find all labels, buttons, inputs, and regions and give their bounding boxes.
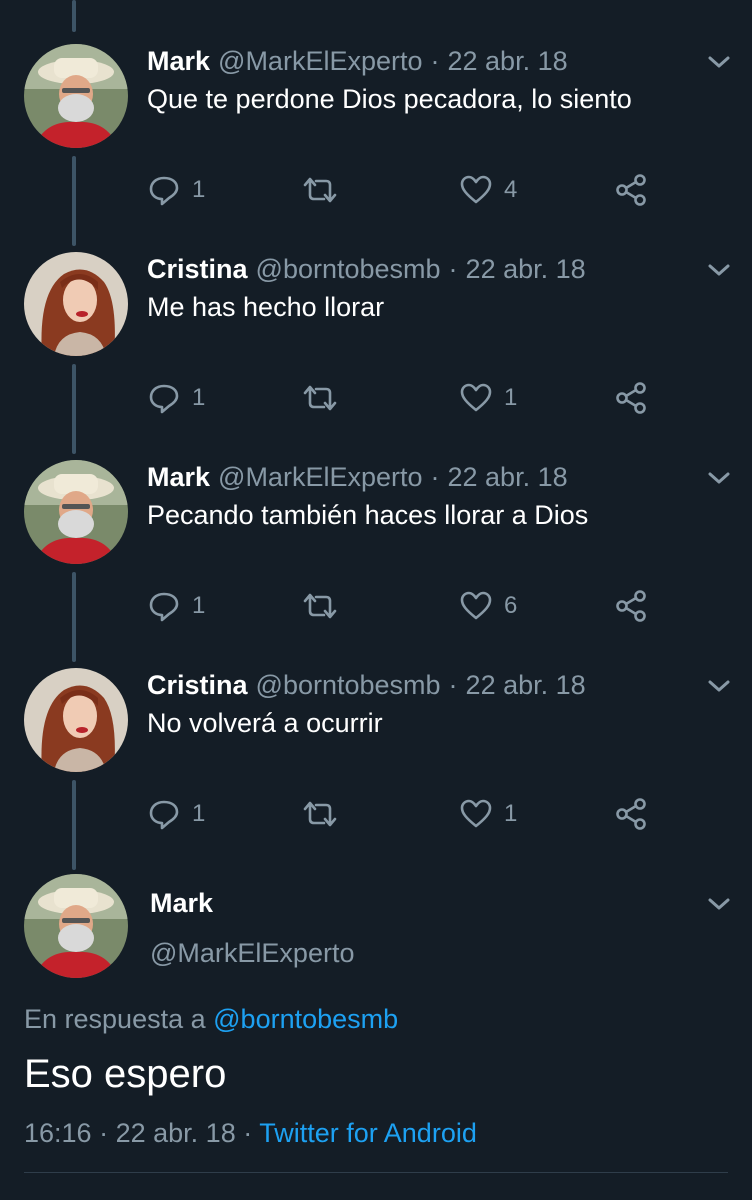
like-button[interactable]: 1 [460,378,517,418]
like-button[interactable]: 4 [460,170,517,210]
reply-count: 1 [192,592,206,619]
share-button[interactable] [614,794,648,834]
tweet-date[interactable]: 22 abr. 18 [116,1118,236,1148]
tweet-header: Cristina @borntobesmb · 22 abr. 18 [147,668,586,702]
reply-count: 1 [192,384,206,411]
share-icon [614,173,648,207]
tweet-date[interactable]: 22 abr. 18 [448,46,568,77]
author-name[interactable]: Mark [147,46,210,77]
tweet-header: Cristina @borntobesmb · 22 abr. 18 [147,252,586,286]
tweet-actions: 1 1 [0,794,752,834]
retweet-icon [302,799,338,829]
share-icon [614,589,648,623]
like-count: 4 [504,176,518,203]
retweet-button[interactable] [302,586,338,626]
like-button[interactable]: 6 [460,586,517,626]
chevron-down-icon[interactable] [706,260,732,280]
chevron-down-icon[interactable] [706,52,732,72]
tweet-time[interactable]: 16:16 [24,1118,92,1148]
retweet-button[interactable] [302,794,338,834]
heart-icon [460,175,492,205]
reply-button[interactable]: 1 [148,794,205,834]
reply-button[interactable]: 1 [148,378,205,418]
tweet-date[interactable]: 22 abr. 18 [448,462,568,493]
tweet-thread: Mark @MarkElExperto · 22 abr. 18 Que te … [0,0,752,1200]
tweet-text: Pecando también haces llorar a Dios [147,500,589,530]
chevron-down-icon[interactable] [706,894,732,914]
separator: · [430,461,440,492]
tweet-header: Mark @MarkElExperto · 22 abr. 18 [147,460,568,494]
tweet-source-link[interactable]: Twitter for Android [259,1118,477,1148]
main-author-handle[interactable]: @MarkElExperto [150,938,354,969]
main-tweet-text: Eso espero [24,1052,227,1096]
avatar-mark[interactable] [24,874,128,978]
separator: · [448,669,458,700]
retweet-button[interactable] [302,170,338,210]
author-handle[interactable]: @MarkElExperto [218,462,422,493]
thread-line [72,0,76,32]
reply-count: 1 [192,800,206,827]
share-button[interactable] [614,378,648,418]
separator: · [448,253,458,284]
reply-icon [148,798,180,830]
heart-icon [460,799,492,829]
author-name[interactable]: Mark [147,462,210,493]
heart-icon [460,591,492,621]
avatar-cristina[interactable] [24,668,128,772]
reply-prefix: En respuesta a [24,1004,206,1034]
share-icon [614,381,648,415]
like-count: 1 [504,384,518,411]
reply-icon [148,590,180,622]
divider [24,1172,728,1173]
heart-icon [460,383,492,413]
tweet-actions: 1 6 [0,586,752,626]
retweet-icon [302,175,338,205]
tweet-text: Me has hecho llorar [147,292,385,322]
author-handle[interactable]: @borntobesmb [256,254,441,285]
tweet-date[interactable]: 22 abr. 18 [466,670,586,701]
author-handle[interactable]: @borntobesmb [256,670,441,701]
chevron-down-icon[interactable] [706,676,732,696]
avatar-mark[interactable] [24,460,128,564]
share-button[interactable] [614,170,648,210]
reply-button[interactable]: 1 [148,586,205,626]
tweet-actions: 1 1 [0,378,752,418]
author-name[interactable]: Cristina [147,254,248,285]
main-author-name[interactable]: Mark [150,888,213,919]
like-button[interactable]: 1 [460,794,517,834]
tweet-header: Mark @MarkElExperto · 22 abr. 18 [147,44,568,78]
share-icon [614,797,648,831]
chevron-down-icon[interactable] [706,468,732,488]
tweet-text: No volverá a ocurrir [147,708,383,738]
retweet-icon [302,591,338,621]
like-count: 6 [504,592,518,619]
reply-count: 1 [192,176,206,203]
tweet-meta: 16:16 · 22 abr. 18 · Twitter for Android [24,1118,477,1149]
separator: · [243,1118,253,1148]
author-name[interactable]: Cristina [147,670,248,701]
retweet-button[interactable] [302,378,338,418]
avatar-mark[interactable] [24,44,128,148]
author-handle[interactable]: @MarkElExperto [218,46,422,77]
share-button[interactable] [614,586,648,626]
retweet-icon [302,383,338,413]
separator: · [99,1118,109,1148]
tweet-text: Que te perdone Dios pecadora, lo siento [147,84,632,114]
separator: · [430,45,440,76]
like-count: 1 [504,800,518,827]
reply-icon [148,382,180,414]
reply-context: En respuesta a @borntobesmb [24,1004,398,1035]
reply-icon [148,174,180,206]
reply-handle-link[interactable]: @borntobesmb [213,1004,398,1034]
tweet-actions: 1 4 [0,170,752,210]
reply-button[interactable]: 1 [148,170,205,210]
avatar-cristina[interactable] [24,252,128,356]
tweet-date[interactable]: 22 abr. 18 [466,254,586,285]
